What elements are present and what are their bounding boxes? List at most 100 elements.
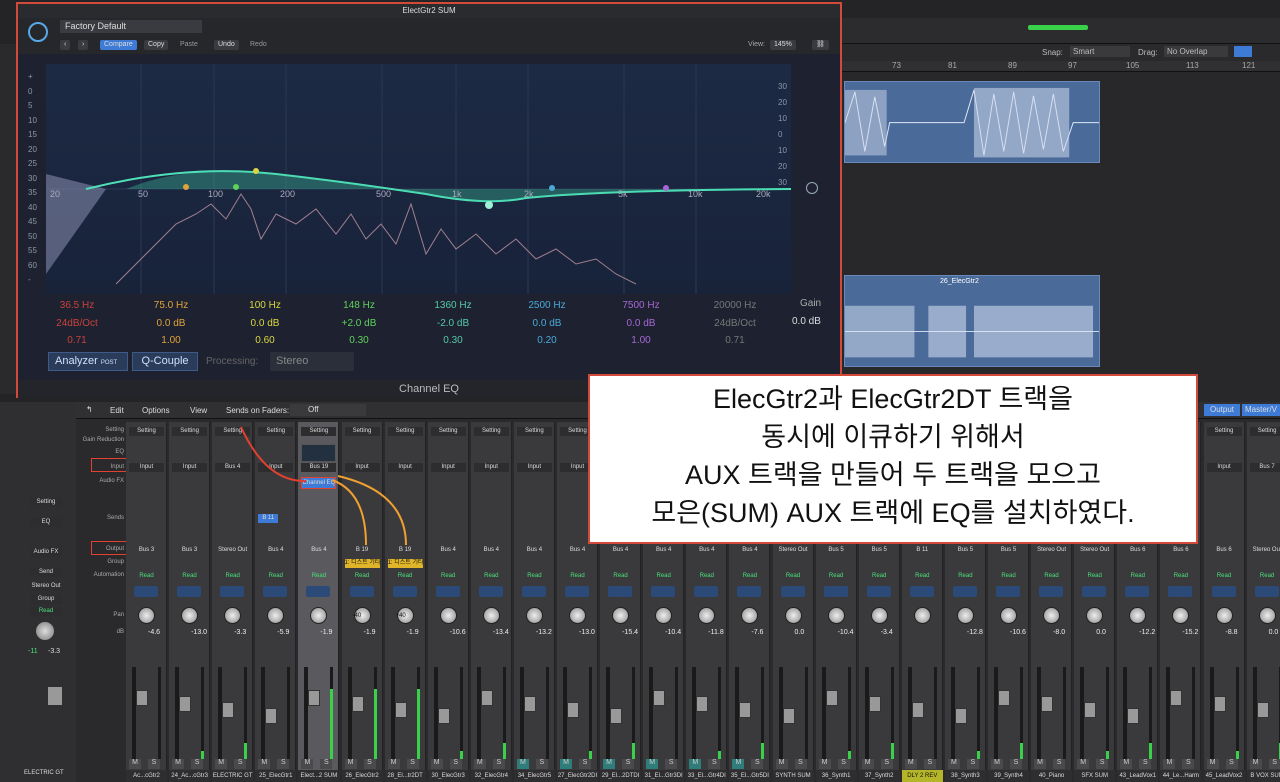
gain-knob[interactable] (806, 182, 818, 194)
volume-fader[interactable] (222, 702, 235, 718)
volume-fader[interactable] (179, 696, 192, 712)
link-icon[interactable]: ⛓ (812, 40, 829, 50)
mute-button[interactable]: M (947, 759, 960, 769)
automation-read[interactable]: Read (1120, 572, 1155, 581)
mute-button[interactable]: M (301, 759, 314, 769)
mute-button[interactable]: M (732, 759, 745, 769)
setting-button[interactable]: Setting (516, 427, 552, 436)
solo-button[interactable]: S (1225, 759, 1238, 769)
pan-knob[interactable] (956, 607, 974, 624)
volume-fader[interactable] (265, 708, 278, 724)
volume-fader[interactable] (1170, 690, 1183, 706)
solo-button[interactable]: S (837, 759, 850, 769)
pan-knob[interactable] (1172, 607, 1190, 624)
automation-read[interactable]: Read (905, 572, 940, 581)
solo-button[interactable]: S (449, 759, 462, 769)
setting-button[interactable]: Setting (30, 498, 62, 507)
automation-read[interactable]: Read (172, 572, 207, 581)
pan-knob[interactable] (741, 607, 759, 624)
pan-knob[interactable] (870, 607, 888, 624)
automation-read[interactable]: Read (776, 572, 811, 581)
solo-button[interactable]: S (1182, 759, 1195, 769)
solo-button[interactable]: S (492, 759, 505, 769)
volume-fader[interactable] (48, 687, 62, 705)
setting-button[interactable]: Setting (1249, 427, 1280, 436)
mute-button[interactable]: M (258, 759, 271, 769)
volume-fader[interactable] (954, 708, 967, 724)
automation-read[interactable]: Read (1250, 572, 1280, 581)
redo-button[interactable]: Redo (246, 40, 271, 50)
eq-slot[interactable]: EQ (30, 518, 62, 527)
pan-knob[interactable] (1000, 607, 1017, 624)
pan-knob[interactable] (1215, 607, 1233, 624)
volume-fader[interactable] (739, 702, 752, 718)
band-gain[interactable]: 24dB/Oct (700, 318, 770, 329)
preset-select[interactable]: Factory Default (60, 20, 202, 33)
pan-knob[interactable] (439, 607, 457, 624)
solo-button[interactable]: S (148, 759, 160, 769)
automation-read[interactable]: Read (215, 572, 250, 581)
volume-fader[interactable] (825, 690, 838, 706)
mute-button[interactable]: M (818, 759, 831, 769)
solo-button[interactable]: S (708, 759, 721, 769)
automation-read[interactable]: Read (948, 572, 983, 581)
volume-fader[interactable] (1084, 702, 1097, 718)
solo-button[interactable]: S (794, 759, 807, 769)
output-slot[interactable]: Stereo Out (1250, 546, 1280, 555)
mute-button[interactable]: M (1120, 759, 1133, 769)
automation-read[interactable]: Read (732, 572, 767, 581)
automation-read[interactable]: Read (646, 572, 681, 581)
automation-read[interactable]: Read (431, 572, 466, 581)
pan-knob[interactable] (1258, 607, 1276, 624)
setting-button[interactable]: Setting (1206, 427, 1242, 436)
solo-button[interactable]: S (579, 759, 591, 769)
solo-button[interactable]: S (234, 759, 247, 769)
volume-fader[interactable] (653, 690, 666, 706)
solo-button[interactable]: S (1268, 759, 1280, 769)
band-q[interactable]: 1.00 (606, 335, 676, 346)
mute-button[interactable]: M (344, 759, 357, 769)
solo-button[interactable]: S (665, 759, 678, 769)
send-slot[interactable]: Send (30, 568, 62, 577)
solo-button[interactable]: S (1139, 759, 1152, 769)
automation-read[interactable]: Read (345, 572, 380, 581)
output-slot[interactable]: Bus 5 (819, 546, 854, 555)
solo-button[interactable]: S (923, 759, 936, 769)
volume-fader[interactable] (1127, 708, 1140, 724)
mute-button[interactable]: M (1206, 759, 1219, 769)
volume-fader[interactable] (1256, 702, 1269, 718)
volume-fader[interactable] (351, 696, 364, 712)
automation-read[interactable]: Read (1207, 572, 1242, 581)
output-slot[interactable]: Bus 4 (560, 546, 595, 555)
eq-graph[interactable]: 20 50 100 200 500 1k 2k 5k 10k 20k (46, 64, 792, 294)
volume-fader[interactable] (567, 702, 579, 718)
automation-read[interactable]: Read (603, 572, 638, 581)
band-handle-3[interactable] (253, 168, 259, 174)
band-frequency[interactable]: 75.0 Hz (136, 300, 206, 311)
power-icon[interactable] (28, 22, 48, 42)
volume-fader[interactable] (911, 702, 924, 718)
pan-knob[interactable] (784, 607, 802, 624)
volume-fader[interactable] (523, 696, 536, 712)
output-slot[interactable]: Stereo Out (1034, 546, 1069, 555)
pan-knob[interactable] (698, 607, 716, 624)
volume-fader[interactable] (998, 690, 1010, 706)
automation-read[interactable]: Read (689, 572, 724, 581)
volume-fader[interactable] (394, 702, 407, 718)
automation-read[interactable]: Read (991, 572, 1026, 581)
drag-select[interactable]: No Overlap (1164, 46, 1228, 57)
mute-button[interactable]: M (473, 759, 486, 769)
pan-knob[interactable] (913, 607, 931, 624)
automation-read[interactable]: Read (1034, 572, 1069, 581)
pan-knob[interactable] (138, 607, 155, 624)
output-slot[interactable]: Bus 5 (948, 546, 983, 555)
volume-fader[interactable] (1213, 696, 1226, 712)
mute-button[interactable]: M (1077, 759, 1090, 769)
solo-button[interactable]: S (880, 759, 893, 769)
mute-button[interactable]: M (991, 759, 1003, 769)
band-frequency[interactable]: 2500 Hz (512, 300, 582, 311)
mute-button[interactable]: M (904, 759, 917, 769)
mute-button[interactable]: M (1034, 759, 1047, 769)
mute-button[interactable]: M (560, 759, 572, 769)
mute-button[interactable]: M (387, 759, 400, 769)
